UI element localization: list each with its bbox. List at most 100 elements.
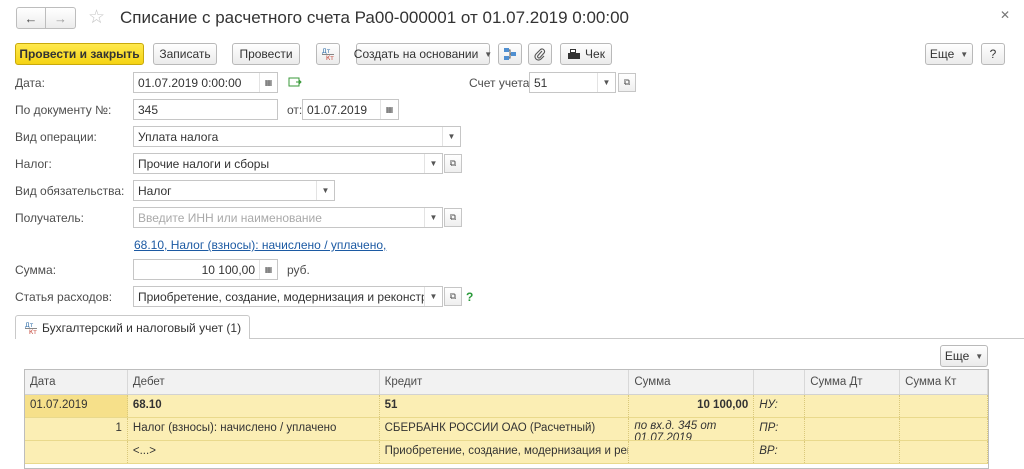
caret-down-icon: ▼: [484, 49, 493, 59]
row-sum-empty: [629, 441, 755, 463]
close-icon[interactable]: ✕: [1000, 8, 1010, 22]
row-sum-kt-pr: [900, 418, 988, 440]
row-date: 01.07.2019: [25, 395, 128, 417]
col-blank-header[interactable]: [754, 370, 806, 394]
post-button[interactable]: Провести: [232, 43, 300, 65]
row-credit-subconto-1: СБЕРБАНК РОССИИ ОАО (Расчетный): [380, 418, 630, 440]
post-and-close-button[interactable]: Провести и закрыть: [15, 43, 144, 65]
open-tax-button[interactable]: ⧉: [444, 154, 462, 173]
from-label: от:: [287, 103, 303, 117]
more-button[interactable]: Еще ▼: [925, 43, 973, 65]
from-date-field[interactable]: 01.07.2019 ▦: [302, 99, 399, 120]
col-sum-kt-header[interactable]: Сумма Кт: [900, 370, 988, 394]
structure-button[interactable]: [498, 43, 522, 65]
tax-value: Прочие налоги и сборы: [138, 156, 270, 171]
row-sum-kt-vr: [900, 441, 988, 463]
arrow-left-icon: ←: [24, 10, 38, 26]
help-icon[interactable]: ?: [466, 290, 473, 304]
liability-type-select[interactable]: Налог ▼: [133, 180, 335, 201]
star-icon[interactable]: ☆: [88, 6, 105, 29]
open-icon: ⧉: [449, 212, 457, 222]
row-sum-kt-nu: [900, 395, 988, 417]
help-button[interactable]: ?: [981, 43, 1005, 65]
date-field[interactable]: 01.07.2019 0:00:00 ▦: [133, 72, 278, 93]
row-vr-label: ВР:: [754, 441, 806, 463]
liability-type-label: Вид обязательства:: [15, 184, 125, 198]
row-sum: 10 100,00: [629, 395, 755, 417]
open-recipient-button[interactable]: ⧉: [444, 208, 462, 227]
col-debit-header[interactable]: Дебет: [128, 370, 380, 394]
sum-label: Сумма:: [15, 263, 57, 277]
create-based-on-button[interactable]: Создать на основании ▼: [354, 43, 493, 65]
open-icon: ⧉: [449, 291, 457, 301]
receipt-label: Чек: [585, 47, 605, 61]
row-debit-subconto-1: Налог (взносы): начислено / уплачено: [128, 418, 380, 440]
doc-number-label: По документу №:: [15, 103, 112, 117]
calendar-icon[interactable]: ▦: [380, 100, 398, 119]
entries-table: Дата Дебет Кредит Сумма Сумма Дт Сумма К…: [24, 369, 989, 469]
svg-text:Дт: Дт: [25, 322, 34, 329]
open-account-button[interactable]: ⧉: [618, 73, 636, 92]
dtkt-button[interactable]: Дт Кт: [316, 43, 340, 65]
dropdown-icon[interactable]: ▼: [424, 154, 442, 173]
dropdown-icon[interactable]: ▼: [316, 181, 334, 200]
expense-item-field[interactable]: Приобретение, создание, модернизация и р…: [133, 286, 443, 307]
from-date-value: 01.07.2019: [307, 102, 368, 117]
recipient-field[interactable]: Введите ИНН или наименование ▼: [133, 207, 443, 228]
col-credit-header[interactable]: Кредит: [380, 370, 630, 394]
table-row[interactable]: 01.07.2019 68.10 51 10 100,00 НУ: 1 Нало…: [25, 395, 988, 464]
dropdown-icon[interactable]: ▼: [424, 287, 442, 306]
sum-field[interactable]: 10 100,00 ▦: [133, 259, 278, 280]
account-settings-link[interactable]: 68.10, Налог (взносы): начислено / уплач…: [134, 238, 386, 252]
row-credit-subconto-2: Приобретение, создание, модернизация и р…: [380, 441, 630, 463]
dtkt-icon: ДтКт: [25, 322, 37, 335]
number-generator-icon[interactable]: [288, 76, 302, 91]
row-credit: 51: [380, 395, 630, 417]
col-sum-header[interactable]: Сумма: [629, 370, 755, 394]
expense-item-label: Статья расходов:: [15, 290, 113, 304]
row-nu-label: НУ:: [754, 395, 806, 417]
dropdown-icon[interactable]: ▼: [424, 208, 442, 227]
svg-text:Кт: Кт: [29, 329, 37, 335]
col-date-header[interactable]: Дата: [25, 370, 128, 394]
receipt-button[interactable]: Чек: [560, 43, 612, 65]
row-sum-note: по вх.д. 345 от 01.07.2019: [629, 418, 755, 440]
calendar-icon[interactable]: ▦: [259, 73, 277, 92]
dropdown-icon[interactable]: ▼: [597, 73, 615, 92]
grid-more-button[interactable]: Еще ▼: [940, 345, 988, 367]
row-sum-dt-vr: [805, 441, 901, 463]
forward-button[interactable]: →: [46, 7, 76, 29]
col-sum-dt-header[interactable]: Сумма Дт: [805, 370, 901, 394]
svg-text:Кт: Кт: [326, 55, 334, 61]
operation-type-select[interactable]: Уплата налога ▼: [133, 126, 461, 147]
paperclip-icon: [534, 48, 546, 61]
date-value: 01.07.2019 0:00:00: [138, 75, 242, 90]
open-icon: ⧉: [623, 77, 631, 87]
operation-type-value: Уплата налога: [138, 129, 219, 144]
caret-down-icon: ▼: [960, 49, 969, 59]
back-button[interactable]: ←: [16, 7, 46, 29]
account-field[interactable]: 51 ▼: [529, 72, 616, 93]
arrow-right-icon: →: [54, 10, 67, 26]
tax-field[interactable]: Прочие налоги и сборы ▼: [133, 153, 443, 174]
row-number: 1: [25, 418, 128, 440]
structure-icon: [504, 48, 516, 60]
open-expense-button[interactable]: ⧉: [444, 287, 462, 306]
expense-item-value: Приобретение, создание, модернизация и р…: [138, 289, 424, 304]
save-button[interactable]: Записать: [153, 43, 217, 65]
operation-type-label: Вид операции:: [15, 130, 97, 144]
attach-button[interactable]: [528, 43, 552, 65]
dropdown-icon[interactable]: ▼: [442, 127, 460, 146]
account-label: Счет учета:: [469, 76, 533, 90]
account-value: 51: [534, 75, 548, 90]
cash-register-icon: [568, 49, 581, 59]
svg-text:Дт: Дт: [322, 48, 331, 55]
tab-accounting-label: Бухгалтерский и налоговый учет (1): [42, 320, 242, 335]
sum-value: 10 100,00: [201, 262, 255, 277]
doc-number-field[interactable]: 345: [133, 99, 278, 120]
tab-accounting[interactable]: Дт Кт Бухгалтерский и налоговый учет (1): [15, 315, 251, 339]
row-sum-dt-pr: [805, 418, 901, 440]
calculator-icon[interactable]: ▦: [259, 260, 277, 279]
dtkt-icon: ДтКт: [322, 48, 334, 61]
currency-label: руб.: [287, 263, 310, 277]
